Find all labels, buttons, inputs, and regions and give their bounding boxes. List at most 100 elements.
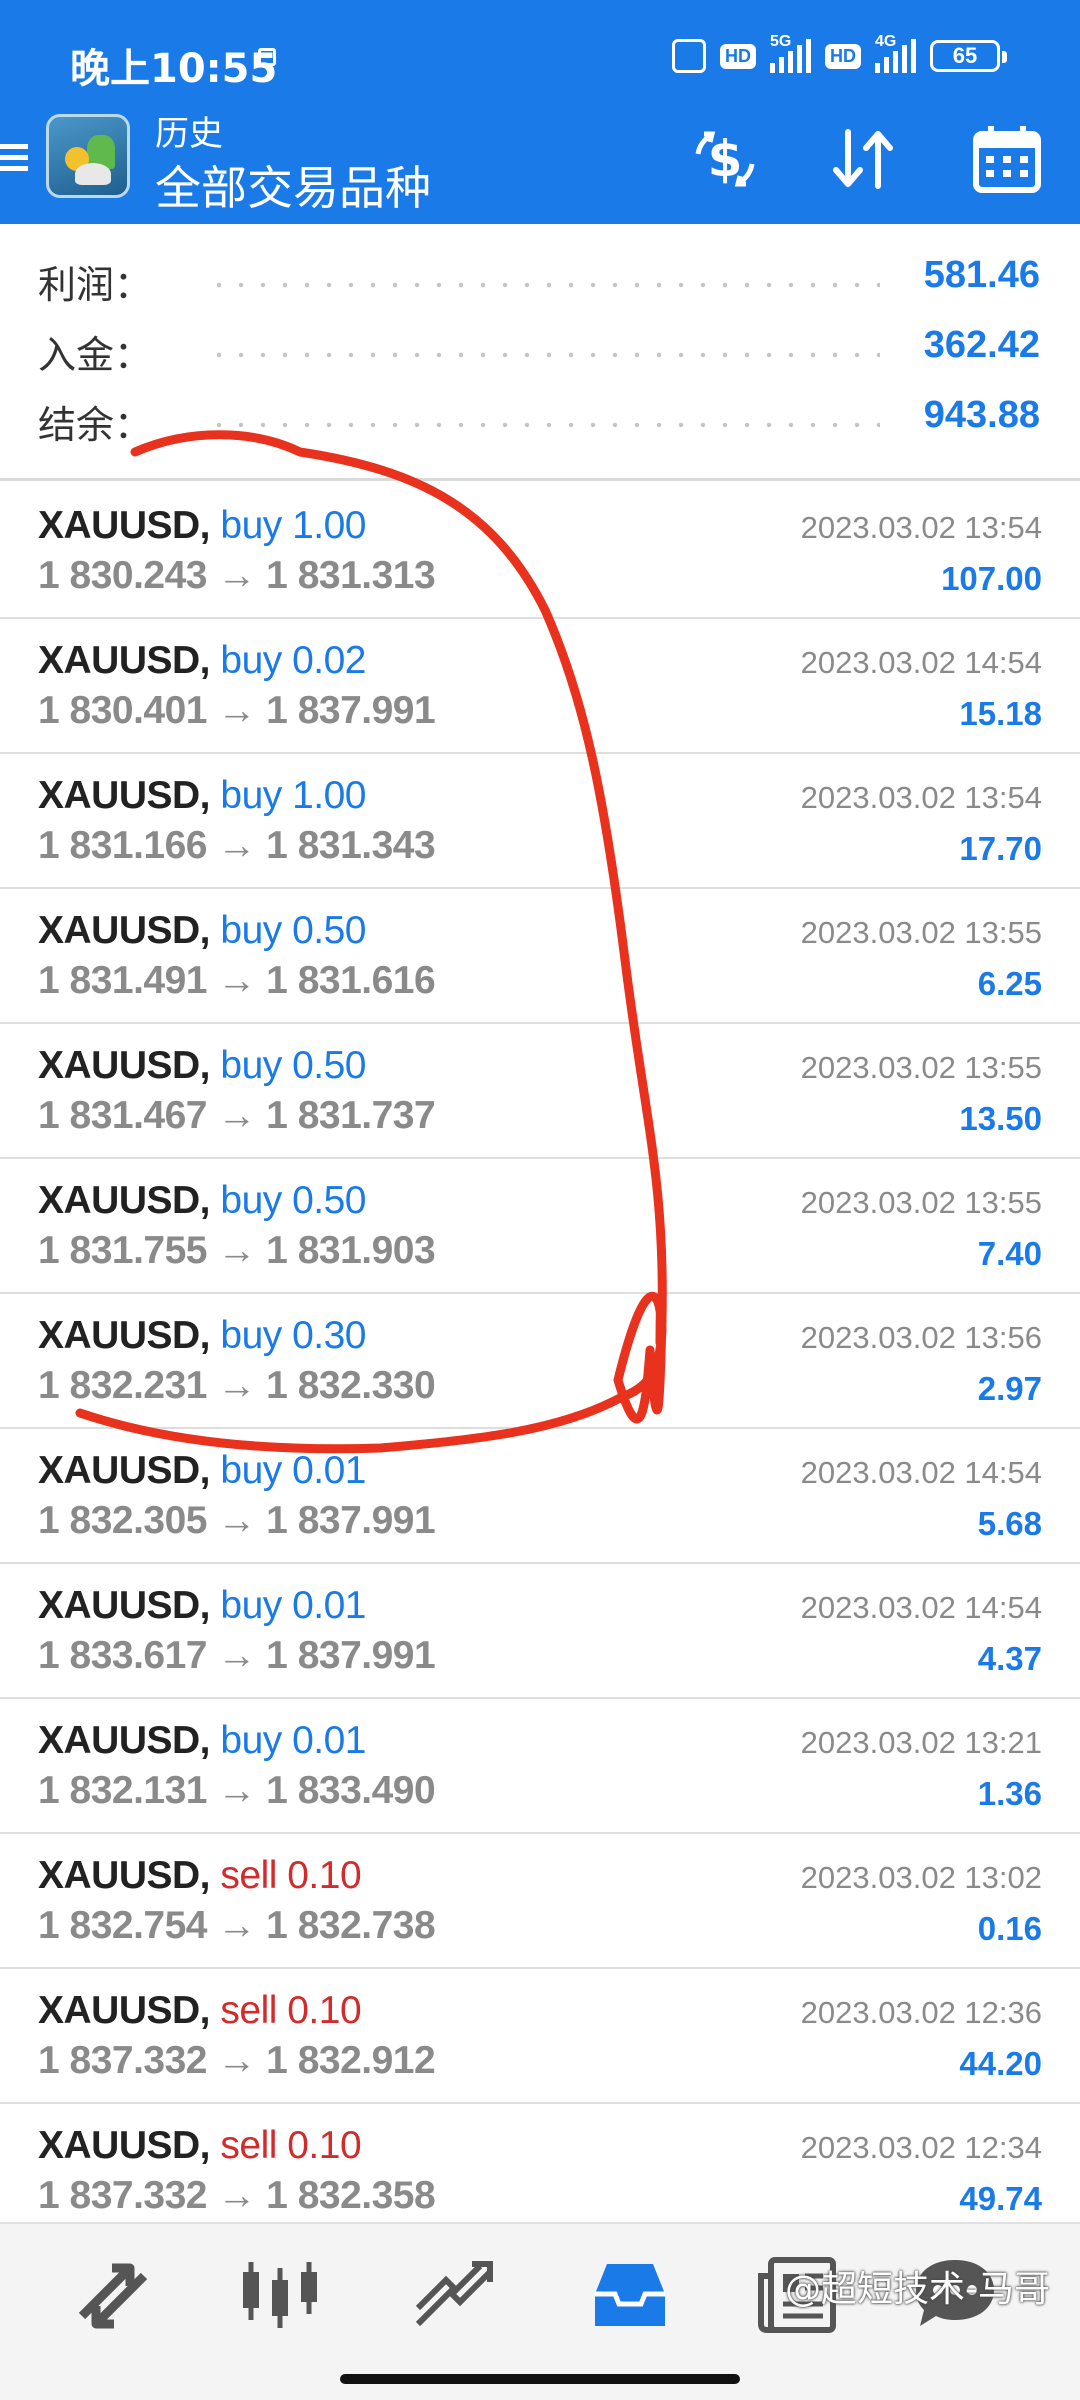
trade-time: 2023.03.02 13:54: [800, 510, 1042, 545]
trade-profit: 44.20: [959, 2045, 1042, 2082]
trade-row[interactable]: XAUUSD, buy 0.01 1 832.305 → 1 837.991 202…: [0, 1429, 1080, 1564]
balance-exchange-icon[interactable]: $: [690, 124, 760, 194]
trade-profit: 17.70: [959, 830, 1042, 867]
trade-side-volume: buy 0.50: [220, 909, 366, 952]
trade-icon[interactable]: [410, 2254, 500, 2334]
trade-profit: 7.40: [977, 1235, 1042, 1272]
status-time: 晚上10:55: [70, 46, 278, 92]
divider: [0, 478, 1080, 481]
trade-prices: 1 830.243 → 1 831.313: [38, 554, 436, 597]
trade-symbol: XAUUSD, buy 0.01: [38, 1449, 366, 1493]
summary-label: 利润：: [38, 263, 153, 307]
app-logo: [46, 114, 130, 198]
trade-symbol: XAUUSD, buy 0.01: [38, 1584, 366, 1628]
trade-profit: 5.68: [977, 1505, 1042, 1542]
trade-side-volume: sell 0.10: [220, 1989, 362, 2032]
trade-row[interactable]: XAUUSD, sell 0.10 1 837.332 → 1 832.912 20…: [0, 1969, 1080, 2104]
hd-badge-2: HD: [825, 43, 861, 69]
symbol-name: XAUUSD,: [38, 1314, 211, 1357]
trade-row[interactable]: XAUUSD, buy 0.50 1 831.467 → 1 831.737 202…: [0, 1024, 1080, 1159]
sort-icon[interactable]: [828, 124, 898, 194]
symbol-name: XAUUSD,: [38, 639, 211, 682]
trade-prices: 1 837.332 → 1 832.358: [38, 2174, 436, 2217]
trade-row[interactable]: XAUUSD, buy 0.01 1 833.617 → 1 837.991 202…: [0, 1564, 1080, 1699]
summary-value: 581.46: [923, 254, 1040, 296]
trade-symbol: XAUUSD, buy 0.50: [38, 909, 366, 953]
menu-icon[interactable]: [0, 138, 30, 178]
trade-row[interactable]: XAUUSD, buy 0.30 1 832.231 → 1 832.330 202…: [0, 1294, 1080, 1429]
trade-symbol: XAUUSD, buy 1.00: [38, 774, 366, 818]
symbol-name: XAUUSD,: [38, 1044, 211, 1087]
trade-prices: 1 832.754 → 1 832.738: [38, 1904, 436, 1947]
trade-time: 2023.03.02 13:02: [800, 1860, 1042, 1895]
trade-prices: 1 832.305 → 1 837.991: [38, 1499, 436, 1542]
symbol-filter[interactable]: 全部交易品种: [155, 152, 431, 218]
trade-time: 2023.03.02 13:54: [800, 780, 1042, 815]
trade-side-volume: buy 1.00: [220, 504, 366, 547]
app-bar: 历史 全部交易品种 $: [0, 114, 1080, 224]
trade-side-volume: buy 0.01: [220, 1584, 366, 1627]
trade-prices: 1 831.166 → 1 831.343: [38, 824, 436, 867]
trade-prices: 1 832.131 → 1 833.490: [38, 1769, 436, 1812]
trade-side-volume: buy 0.01: [220, 1719, 366, 1762]
trade-history-list: XAUUSD, buy 1.00 1 830.243 → 1 831.313 202…: [0, 484, 1080, 2239]
trade-row[interactable]: XAUUSD, buy 0.50 1 831.491 → 1 831.616 202…: [0, 889, 1080, 1024]
trade-prices: 1 831.491 → 1 831.616: [38, 959, 436, 1002]
symbol-name: XAUUSD,: [38, 909, 211, 952]
summary-row-profit: 利润： 581.46: [0, 254, 1080, 324]
home-indicator[interactable]: [340, 2374, 740, 2384]
trade-side-volume: buy 0.50: [220, 1179, 366, 1222]
trade-side-volume: buy 0.30: [220, 1314, 366, 1357]
trade-row[interactable]: XAUUSD, buy 1.00 1 830.243 → 1 831.313 202…: [0, 484, 1080, 619]
trade-symbol: XAUUSD, buy 0.50: [38, 1179, 366, 1223]
trade-profit: 6.25: [977, 965, 1042, 1002]
summary-value: 943.88: [923, 394, 1040, 436]
trade-side-volume: sell 0.10: [220, 2124, 362, 2167]
trade-time: 2023.03.02 12:34: [800, 2130, 1042, 2165]
trade-side-volume: buy 0.02: [220, 639, 366, 682]
summary-label: 结余：: [38, 403, 153, 447]
trade-row[interactable]: XAUUSD, buy 0.50 1 831.755 → 1 831.903 202…: [0, 1159, 1080, 1294]
summary-value: 362.42: [923, 324, 1040, 366]
trade-row[interactable]: XAUUSD, buy 1.00 1 831.166 → 1 831.343 202…: [0, 754, 1080, 889]
notification-icon: [258, 48, 276, 66]
quotes-icon[interactable]: [68, 2254, 158, 2334]
symbol-name: XAUUSD,: [38, 1179, 211, 1222]
trade-row[interactable]: XAUUSD, sell 0.10 1 837.332 → 1 832.358 20…: [0, 2104, 1080, 2239]
chart-icon[interactable]: [235, 2254, 325, 2334]
status-indicators: HD 5G HD 4G 65: [672, 33, 1007, 78]
trade-prices: 1 830.401 → 1 837.991: [38, 689, 436, 732]
trade-time: 2023.03.02 13:55: [800, 1050, 1042, 1085]
calendar-icon[interactable]: [972, 124, 1042, 194]
history-icon[interactable]: [585, 2254, 675, 2334]
screen-cast-icon: [672, 39, 706, 73]
trade-side-volume: buy 1.00: [220, 774, 366, 817]
watermark: @超短技术-马哥: [785, 2269, 1050, 2310]
trade-profit: 1.36: [977, 1775, 1042, 1812]
trade-row[interactable]: XAUUSD, buy 0.02 1 830.401 → 1 837.991 202…: [0, 619, 1080, 754]
trade-prices: 1 831.467 → 1 831.737: [38, 1094, 436, 1137]
trade-prices: 1 832.231 → 1 832.330: [38, 1364, 436, 1407]
symbol-name: XAUUSD,: [38, 1854, 211, 1897]
trade-row[interactable]: XAUUSD, buy 0.01 1 832.131 → 1 833.490 202…: [0, 1699, 1080, 1834]
trade-side-volume: buy 0.01: [220, 1449, 366, 1492]
status-bar: 晚上10:55 HD 5G HD 4G 65: [0, 0, 1080, 118]
trade-row[interactable]: XAUUSD, sell 0.10 1 832.754 → 1 832.738 20…: [0, 1834, 1080, 1969]
trade-profit: 4.37: [977, 1640, 1042, 1677]
battery-icon: 65: [930, 40, 1007, 72]
trade-profit: 107.00: [941, 560, 1042, 597]
trade-profit: 13.50: [959, 1100, 1042, 1137]
symbol-name: XAUUSD,: [38, 1584, 211, 1627]
trade-symbol: XAUUSD, buy 0.01: [38, 1719, 366, 1763]
trade-time: 2023.03.02 14:54: [800, 1590, 1042, 1625]
symbol-name: XAUUSD,: [38, 774, 211, 817]
trade-time: 2023.03.02 13:56: [800, 1320, 1042, 1355]
trade-time: 2023.03.02 14:54: [800, 645, 1042, 680]
signal-5g-icon: 5G: [770, 33, 811, 73]
symbol-name: XAUUSD,: [38, 504, 211, 547]
trade-profit: 15.18: [959, 695, 1042, 732]
trade-symbol: XAUUSD, sell 0.10: [38, 1989, 362, 2033]
trade-profit: 2.97: [977, 1370, 1042, 1407]
trade-profit: 0.16: [977, 1910, 1042, 1947]
summary-row-deposit: 入金： 362.42: [0, 324, 1080, 394]
